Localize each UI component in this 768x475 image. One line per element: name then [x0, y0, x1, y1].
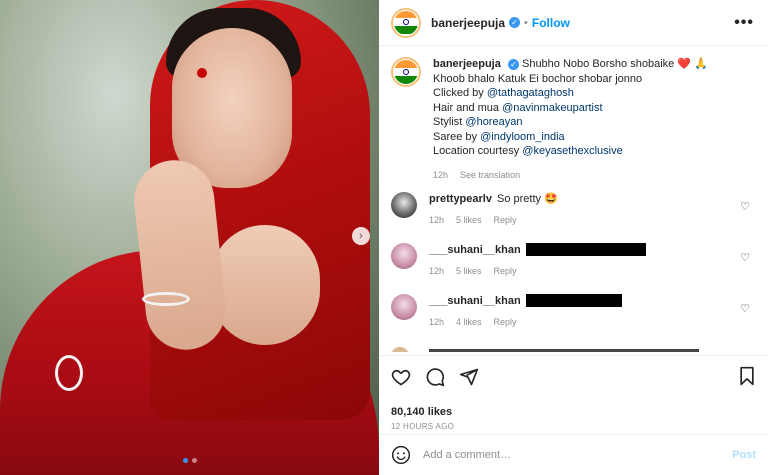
caption-line1: Shubho Nobo Borsho shobaike — [521, 58, 675, 70]
comment-text: So pretty 🤩 — [496, 193, 558, 205]
post-side-panel: banerjeepuja ✓ • Follow ••• banerjeepuja… — [379, 0, 768, 475]
caption-hair-label: Hair and mua — [433, 101, 500, 114]
caption-location-label: Location courtesy — [433, 145, 520, 157]
comment-username[interactable]: ___suhani__khan — [429, 244, 521, 256]
verified-icon: ✓ — [507, 59, 519, 70]
comment-item: ___suhani__khan 12h 5 likes Reply ♡ — [391, 243, 756, 276]
add-comment-input[interactable] — [423, 449, 713, 461]
post-timestamp: 12 HOURS AGO — [391, 422, 455, 431]
comment-avatar[interactable] — [391, 192, 417, 218]
mention-link[interactable]: @horeayan — [465, 116, 522, 128]
caption-stylist-label: Stylist — [433, 116, 463, 128]
header-separator: • — [524, 16, 528, 29]
comment-likes[interactable]: 5 likes — [456, 215, 482, 225]
next-slide-button[interactable]: › — [352, 227, 370, 245]
caption-avatar[interactable] — [391, 57, 421, 87]
photo-bangle — [142, 292, 190, 306]
reply-button[interactable]: Reply — [494, 317, 517, 327]
caption-body: banerjeepuja ✓ Shubho Nobo Borsho shobai… — [433, 57, 708, 182]
header-avatar[interactable] — [391, 7, 421, 38]
caption-saree-label: Saree by — [433, 130, 478, 143]
comment-avatar[interactable] — [391, 243, 417, 269]
comment-time: 12h — [429, 317, 445, 327]
post-comment-button[interactable]: Post — [732, 449, 756, 461]
post-actions: 80,140 likes 12 HOURS AGO — [379, 355, 768, 431]
comment-like-heart-icon[interactable]: ♡ — [740, 251, 750, 264]
comment-like-heart-icon[interactable]: ♡ — [740, 302, 750, 315]
redacted-text — [525, 243, 646, 256]
comment-time: 12h — [429, 266, 445, 276]
reply-button[interactable]: Reply — [494, 266, 517, 276]
mention-link[interactable]: @indyloom_india — [480, 131, 565, 143]
follow-button[interactable]: Follow — [532, 16, 570, 30]
post-header: banerjeepuja ✓ • Follow ••• — [379, 0, 768, 46]
carousel-dots — [183, 458, 197, 463]
mention-link[interactable]: @keyasethexclusive — [522, 145, 622, 157]
photo-shoulder — [210, 225, 320, 345]
comment-bubble-icon[interactable] — [425, 367, 445, 387]
mention-link[interactable]: @navinmakeupartist — [502, 102, 602, 114]
caption-emoji: ❤️ 🙏 — [677, 58, 708, 70]
india-flag-icon — [394, 60, 418, 84]
verified-icon: ✓ — [509, 17, 521, 28]
likes-count[interactable]: 80,140 likes — [391, 406, 756, 418]
save-bookmark-icon[interactable] — [738, 366, 756, 389]
reply-button[interactable]: Reply — [494, 215, 517, 225]
post-photo[interactable]: › — [0, 0, 379, 475]
comment-avatar[interactable] — [391, 294, 417, 320]
redacted-text — [525, 294, 622, 307]
caption-username[interactable]: banerjeepuja — [433, 58, 501, 70]
comment-username[interactable]: ___suhani__khan — [429, 295, 521, 307]
comment-like-heart-icon[interactable]: ♡ — [740, 200, 750, 213]
see-translation-button[interactable]: See translation — [460, 168, 520, 183]
share-send-icon[interactable] — [459, 367, 479, 387]
comment-username[interactable]: prettypearlv — [429, 193, 492, 205]
emoji-smiley-icon[interactable] — [391, 445, 411, 465]
instagram-post: › banerjeepuja ✓ • Follow ••• banerjeepu… — [0, 0, 768, 475]
mention-link[interactable]: @tathagataghosh — [487, 87, 574, 99]
caption-meta: 12h See translation — [433, 168, 708, 183]
comments-section[interactable]: banerjeepuja ✓ Shubho Nobo Borsho shobai… — [379, 47, 768, 352]
photo-bangle-left — [55, 355, 83, 391]
caption-time: 12h — [433, 169, 449, 180]
carousel-dot-active — [183, 458, 188, 463]
india-flag-icon — [394, 10, 418, 35]
carousel-dot — [192, 458, 197, 463]
photo-bindi — [197, 68, 207, 78]
like-heart-icon[interactable] — [391, 367, 411, 387]
comment-item: ___suhani__khan 12h 4 likes Reply ♡ — [391, 294, 756, 327]
caption-line2: Khoob bhalo Katuk Ei bochor shobar jonno — [433, 72, 643, 85]
comment-likes[interactable]: 5 likes — [456, 266, 482, 276]
post-caption: banerjeepuja ✓ Shubho Nobo Borsho shobai… — [379, 47, 768, 182]
comment-time: 12h — [429, 215, 445, 225]
more-options-icon[interactable]: ••• — [734, 14, 754, 32]
caption-clicked-label: Clicked by — [433, 87, 484, 99]
header-username[interactable]: banerjeepuja — [431, 16, 505, 30]
comment-item: prettypearlv So pretty 🤩 12h 5 likes Repl… — [391, 192, 756, 225]
add-comment-bar: Post — [379, 434, 768, 475]
comment-likes[interactable]: 4 likes — [456, 317, 482, 327]
partially-hidden-comment — [391, 347, 751, 352]
